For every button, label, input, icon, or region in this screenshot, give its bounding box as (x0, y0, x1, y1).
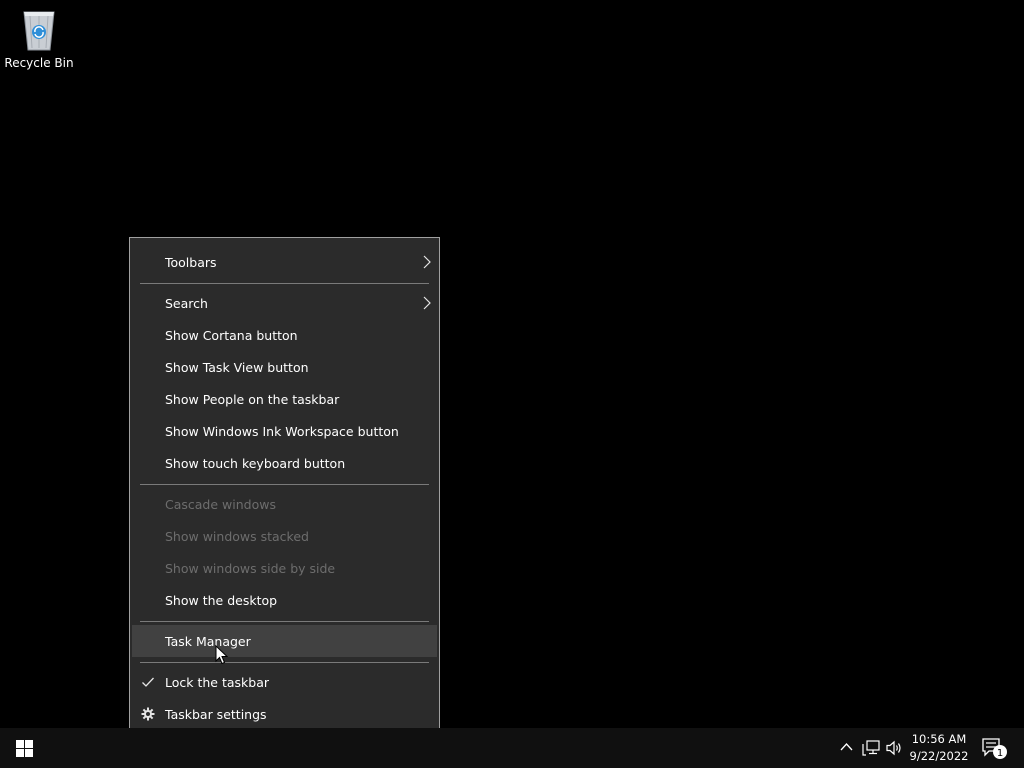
menu-item-label: Show Cortana button (165, 327, 298, 343)
menu-item-task-manager[interactable]: Task Manager (132, 625, 437, 657)
menu-item-label: Lock the taskbar (165, 674, 270, 690)
menu-item-label: Show Task View button (165, 359, 309, 375)
recycle-bin-shortcut[interactable]: Recycle Bin (4, 6, 74, 70)
menu-separator (140, 283, 429, 284)
menu-separator (140, 662, 429, 663)
menu-item-toolbars[interactable]: Toolbars (132, 246, 437, 278)
menu-item-cascade-windows: Cascade windows (132, 488, 437, 520)
taskbar: 10:56 AM 9/22/2022 1 (0, 728, 1024, 768)
mouse-cursor-icon (215, 645, 229, 665)
action-center-icon: 1 (982, 738, 1007, 759)
action-center-button[interactable]: 1 (982, 738, 1008, 764)
menu-separator (140, 484, 429, 485)
recycle-bin-label: Recycle Bin (4, 56, 74, 70)
menu-item-label: Cascade windows (165, 496, 276, 512)
menu-item-lock-taskbar[interactable]: Lock the taskbar (132, 666, 437, 698)
menu-item-label: Task Manager (165, 633, 251, 649)
recycle-bin-icon (23, 11, 55, 51)
menu-item-label: Toolbars (165, 254, 217, 270)
clock-date: 9/22/2022 (909, 749, 969, 763)
menu-item-show-people[interactable]: Show People on the taskbar (132, 383, 437, 415)
menu-item-show-cortana[interactable]: Show Cortana button (132, 319, 437, 351)
menu-item-show-ink-workspace[interactable]: Show Windows Ink Workspace button (132, 415, 437, 447)
menu-item-taskbar-settings[interactable]: Taskbar settings (132, 698, 437, 730)
menu-item-label: Search (165, 295, 208, 311)
menu-item-label: Show windows stacked (165, 528, 309, 544)
volume-icon[interactable] (886, 740, 903, 756)
menu-item-show-task-view[interactable]: Show Task View button (132, 351, 437, 383)
chevron-up-icon[interactable] (840, 742, 853, 752)
chevron-right-icon (423, 296, 431, 310)
menu-item-label: Show touch keyboard button (165, 455, 346, 471)
clock-time: 10:56 AM (911, 732, 967, 746)
gear-icon (141, 707, 155, 721)
menu-item-show-windows-stacked: Show windows stacked (132, 520, 437, 552)
chevron-right-icon (423, 255, 431, 269)
checkmark-icon (142, 677, 154, 687)
network-icon[interactable] (862, 740, 880, 756)
menu-separator (140, 621, 429, 622)
windows-start-icon[interactable] (16, 740, 33, 757)
taskbar-context-menu: Toolbars Search Show Cortana button Show… (129, 237, 440, 737)
menu-item-show-desktop[interactable]: Show the desktop (132, 584, 437, 616)
menu-item-label: Show People on the taskbar (165, 391, 340, 407)
menu-item-label: Taskbar settings (165, 706, 267, 722)
menu-item-show-windows-side-by-side: Show windows side by side (132, 552, 437, 584)
menu-item-label: Show windows side by side (165, 560, 336, 576)
system-clock[interactable]: 10:56 AM 9/22/2022 (905, 731, 973, 765)
menu-item-search[interactable]: Search (132, 287, 437, 319)
menu-item-label: Show the desktop (165, 592, 278, 608)
notification-count-badge: 1 (997, 748, 1003, 759)
menu-item-show-touch-keyboard[interactable]: Show touch keyboard button (132, 447, 437, 479)
menu-item-label: Show Windows Ink Workspace button (165, 423, 399, 439)
